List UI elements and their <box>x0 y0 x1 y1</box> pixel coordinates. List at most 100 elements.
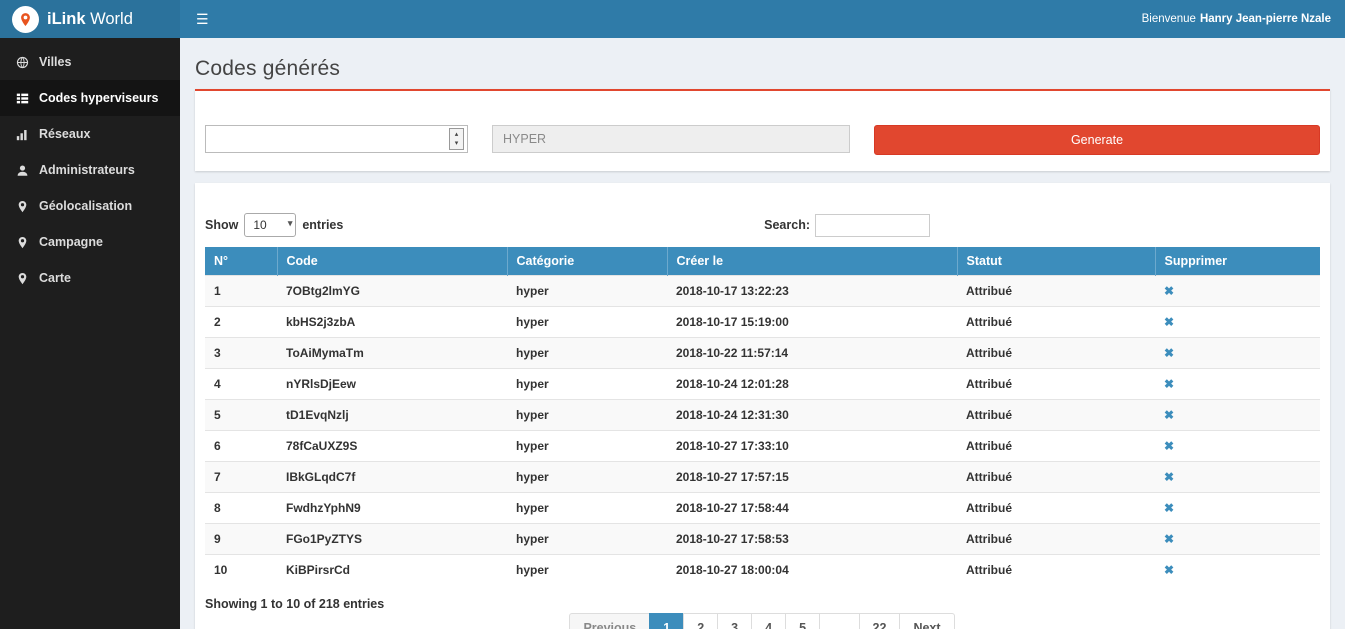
table-row: 3ToAiMymaTmhyper2018-10-22 11:57:14Attri… <box>205 338 1320 369</box>
table-body: 17OBtg2lmYGhyper2018-10-17 13:22:23Attri… <box>205 276 1320 586</box>
delete-icon[interactable]: ✖ <box>1164 284 1174 298</box>
delete-icon[interactable]: ✖ <box>1164 408 1174 422</box>
category-cell: hyper <box>507 524 667 555</box>
code-count-input[interactable]: ▴ ▾ <box>205 125 468 153</box>
sidebar-item-label: Carte <box>39 271 71 285</box>
code-cell: 7OBtg2lmYG <box>277 276 507 307</box>
table-row: 5tD1EvqNzljhyper2018-10-24 12:31:30Attri… <box>205 400 1320 431</box>
delete-icon[interactable]: ✖ <box>1164 377 1174 391</box>
hamburger-icon[interactable]: ☰ <box>180 0 225 38</box>
sidebar-item-codes-hyperviseurs[interactable]: Codes hyperviseurs <box>0 80 180 116</box>
generator-panel: ▴ ▾ Generate <box>195 89 1330 171</box>
page-previous[interactable]: Previous <box>569 613 650 629</box>
main-content: Codes générés ▴ ▾ Generate Show <box>180 38 1345 629</box>
page-length-select[interactable]: 10 <box>244 213 296 237</box>
column-header[interactable]: N° <box>205 247 277 276</box>
page-22[interactable]: 22 <box>859 613 901 629</box>
entries-label: entries <box>302 218 343 232</box>
search-input[interactable] <box>815 214 930 237</box>
sidebar-item-g-olocalisation[interactable]: Géolocalisation <box>0 188 180 224</box>
row-number: 5 <box>205 400 277 431</box>
generator-form: ▴ ▾ Generate <box>205 125 1320 155</box>
sidebar-item-villes[interactable]: Villes <box>0 44 180 80</box>
category-cell: hyper <box>507 276 667 307</box>
row-number: 8 <box>205 493 277 524</box>
page-1[interactable]: 1 <box>649 613 684 629</box>
status-cell: Attribué <box>957 555 1155 586</box>
brand-title-light: World <box>90 10 133 28</box>
page-5[interactable]: 5 <box>785 613 820 629</box>
chart-icon <box>15 128 29 141</box>
user-icon <box>15 164 29 177</box>
page-4[interactable]: 4 <box>751 613 786 629</box>
column-header[interactable]: Code <box>277 247 507 276</box>
category-cell: hyper <box>507 369 667 400</box>
code-count-field[interactable] <box>206 126 467 152</box>
delete-cell: ✖ <box>1155 462 1320 493</box>
column-header[interactable]: Statut <box>957 247 1155 276</box>
delete-icon[interactable]: ✖ <box>1164 439 1174 453</box>
sidebar-item-campagne[interactable]: Campagne <box>0 224 180 260</box>
delete-cell: ✖ <box>1155 400 1320 431</box>
category-input[interactable] <box>492 125 850 153</box>
welcome-prefix: Bienvenue <box>1142 13 1196 25</box>
page-2[interactable]: 2 <box>683 613 718 629</box>
sidebar-item-label: Codes hyperviseurs <box>39 91 159 105</box>
delete-icon[interactable]: ✖ <box>1164 315 1174 329</box>
delete-cell: ✖ <box>1155 431 1320 462</box>
delete-cell: ✖ <box>1155 555 1320 586</box>
status-cell: Attribué <box>957 276 1155 307</box>
column-header[interactable]: Créer le <box>667 247 957 276</box>
brand-title: iLink World <box>47 10 133 29</box>
sidebar-item-carte[interactable]: Carte <box>0 260 180 296</box>
brand[interactable]: iLink World <box>0 0 180 38</box>
delete-icon[interactable]: ✖ <box>1164 470 1174 484</box>
status-cell: Attribué <box>957 462 1155 493</box>
row-number: 6 <box>205 431 277 462</box>
delete-icon[interactable]: ✖ <box>1164 346 1174 360</box>
status-cell: Attribué <box>957 493 1155 524</box>
number-spinner[interactable]: ▴ ▾ <box>449 128 464 150</box>
show-label: Show <box>205 218 238 232</box>
created-cell: 2018-10-22 11:57:14 <box>667 338 957 369</box>
page-length-select-wrap: 10 ▾ <box>244 213 296 237</box>
logo-icon <box>12 6 39 33</box>
column-header[interactable]: Catégorie <box>507 247 667 276</box>
generate-button[interactable]: Generate <box>874 125 1320 155</box>
search-label: Search: <box>764 218 810 232</box>
status-cell: Attribué <box>957 369 1155 400</box>
search-control: Search: <box>764 214 930 237</box>
delete-cell: ✖ <box>1155 276 1320 307</box>
row-number: 1 <box>205 276 277 307</box>
sidebar-item-administrateurs[interactable]: Administrateurs <box>0 152 180 188</box>
spinner-up-icon[interactable]: ▴ <box>455 130 459 139</box>
delete-icon[interactable]: ✖ <box>1164 501 1174 515</box>
status-cell: Attribué <box>957 338 1155 369</box>
row-number: 7 <box>205 462 277 493</box>
status-cell: Attribué <box>957 431 1155 462</box>
map-marker-icon <box>15 236 29 249</box>
delete-icon[interactable]: ✖ <box>1164 532 1174 546</box>
map-marker-icon <box>15 272 29 285</box>
delete-cell: ✖ <box>1155 524 1320 555</box>
column-header[interactable]: Supprimer <box>1155 247 1320 276</box>
page-next[interactable]: Next <box>899 613 954 629</box>
sidebar-item-label: Villes <box>39 55 71 69</box>
sidebar-item-label: Campagne <box>39 235 103 249</box>
spinner-down-icon[interactable]: ▾ <box>455 139 459 148</box>
table-row: 7IBkGLqdC7fhyper2018-10-27 17:57:15Attri… <box>205 462 1320 493</box>
status-cell: Attribué <box>957 400 1155 431</box>
page-ellipsis: … <box>819 613 860 629</box>
sidebar-item-r-seaux[interactable]: Réseaux <box>0 116 180 152</box>
list-icon <box>15 92 29 105</box>
row-number: 2 <box>205 307 277 338</box>
row-number: 9 <box>205 524 277 555</box>
page-3[interactable]: 3 <box>717 613 752 629</box>
table-panel: Show 10 ▾ entries Search: N°CodeCatégori… <box>195 183 1330 629</box>
delete-icon[interactable]: ✖ <box>1164 563 1174 577</box>
table-row: 678fCaUXZ9Shyper2018-10-27 17:33:10Attri… <box>205 431 1320 462</box>
table-header-row: N°CodeCatégorieCréer leStatutSupprimer <box>205 247 1320 276</box>
status-cell: Attribué <box>957 524 1155 555</box>
topbar: ☰ Bienvenue Hanry Jean-pierre Nzale <box>180 0 1345 38</box>
app-window: iLink World ☰ Bienvenue Hanry Jean-pierr… <box>0 0 1345 629</box>
